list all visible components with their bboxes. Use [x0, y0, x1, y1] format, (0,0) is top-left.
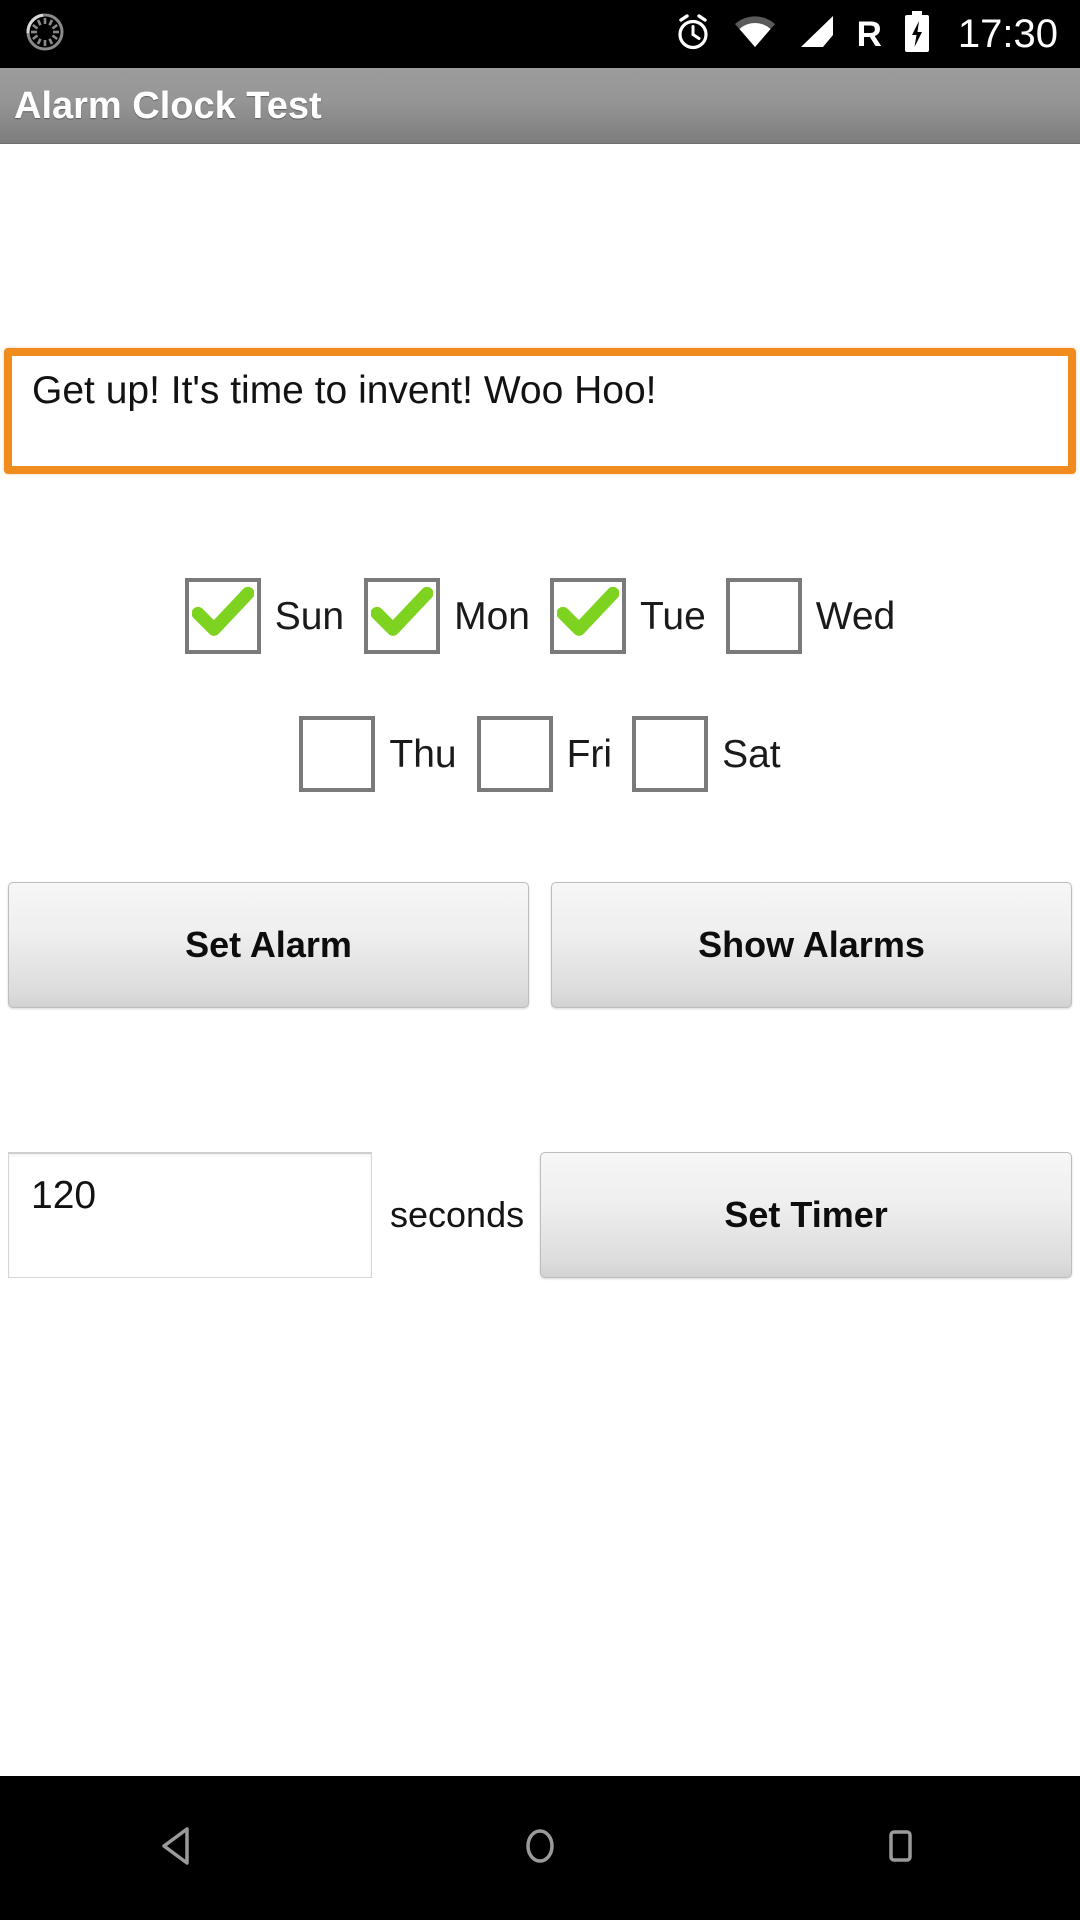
alarm-message-input[interactable]: Get up! It's time to invent! Woo Hoo! — [4, 348, 1076, 474]
set-alarm-button[interactable]: Set Alarm — [8, 882, 529, 1008]
roaming-indicator: R — [856, 14, 882, 54]
timer-seconds-input[interactable]: 120 — [8, 1152, 372, 1278]
checkbox-tue[interactable] — [550, 578, 626, 654]
checkbox-label-sun: Sun — [274, 594, 345, 638]
navigation-bar — [0, 1776, 1080, 1920]
show-alarms-button[interactable]: Show Alarms — [551, 882, 1072, 1008]
timer-row: 120 seconds Set Timer — [0, 1152, 1080, 1278]
nav-back-button[interactable] — [90, 1776, 270, 1920]
status-bar-clock: 17:30 — [957, 12, 1058, 56]
checkmark-icon — [191, 585, 255, 644]
checkbox-thu[interactable] — [299, 716, 376, 792]
main-content: Get up! It's time to invent! Woo Hoo! Su… — [0, 144, 1080, 1776]
checkbox-item-thu[interactable]: Thu — [299, 716, 457, 792]
checkmark-icon — [556, 585, 620, 644]
checkmark-icon — [370, 585, 434, 644]
alarm-message-value: Get up! It's time to invent! Woo Hoo! — [32, 369, 657, 412]
checkbox-label-tue: Tue — [640, 594, 706, 638]
set-timer-button[interactable]: Set Timer — [540, 1152, 1072, 1278]
status-bar-notifications — [24, 11, 66, 58]
cellular-signal-icon — [797, 13, 837, 56]
app-title: Alarm Clock Test — [14, 84, 322, 127]
timer-seconds-value: 120 — [31, 1174, 97, 1217]
alarm-icon — [673, 12, 713, 57]
checkbox-label-wed: Wed — [815, 594, 896, 638]
nav-recents-button[interactable] — [810, 1776, 990, 1920]
checkbox-item-wed[interactable]: Wed — [725, 578, 896, 654]
nav-home-button[interactable] — [450, 1776, 630, 1920]
recents-square-icon — [875, 1821, 925, 1876]
status-bar: R 17:30 — [0, 0, 1080, 68]
alarm-action-buttons: Set Alarm Show Alarms — [0, 882, 1080, 1008]
checkbox-mon[interactable] — [364, 578, 441, 654]
wifi-icon — [733, 13, 777, 56]
seconds-unit-label: seconds — [390, 1194, 525, 1235]
checkbox-fri[interactable] — [476, 716, 553, 792]
checkbox-sun[interactable] — [184, 578, 261, 654]
checkbox-label-mon: Mon — [454, 594, 530, 638]
home-circle-icon — [515, 1821, 565, 1876]
checkbox-item-sun[interactable]: Sun — [184, 578, 345, 654]
checkbox-wed[interactable] — [725, 578, 802, 654]
back-triangle-icon — [155, 1821, 205, 1876]
status-bar-system-icons: R 17:30 — [673, 10, 1058, 59]
checkbox-label-thu: Thu — [389, 732, 457, 776]
checkbox-item-mon[interactable]: Mon — [364, 578, 530, 654]
checkbox-item-fri[interactable]: Fri — [476, 716, 613, 792]
checkbox-sat[interactable] — [632, 716, 709, 792]
weekday-checkbox-row-1: Sun Mon Tue Wed — [0, 578, 1080, 654]
sync-spinner-icon — [24, 11, 66, 58]
checkbox-label-sat: Sat — [722, 732, 781, 776]
checkbox-item-sat[interactable]: Sat — [632, 716, 781, 792]
battery-charging-icon — [902, 10, 932, 59]
checkbox-label-fri: Fri — [566, 732, 613, 776]
weekday-checkbox-row-2: Thu Fri Sat — [0, 716, 1080, 792]
checkbox-item-tue[interactable]: Tue — [550, 578, 706, 654]
android-screen: R 17:30 Alarm Clock Test Get up! It's ti… — [0, 0, 1080, 1920]
action-bar: Alarm Clock Test — [0, 68, 1080, 144]
